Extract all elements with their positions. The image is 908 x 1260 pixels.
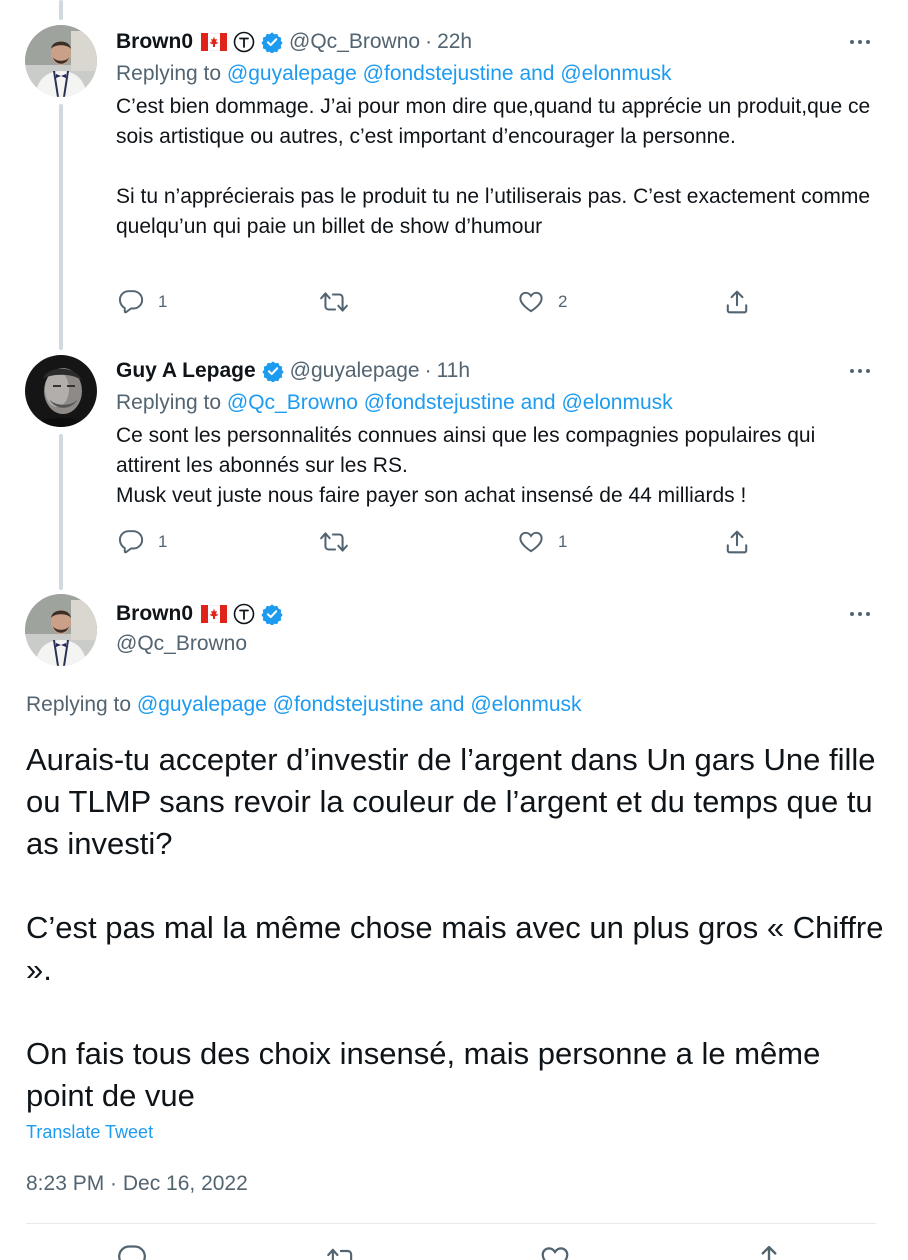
main-tweet-actions (0, 1240, 908, 1260)
verified-badge-icon (262, 360, 284, 382)
reply-button[interactable]: 1 (118, 529, 167, 555)
handle[interactable]: @Qc_Browno (289, 29, 420, 55)
like-button[interactable]: 2 (518, 289, 567, 315)
more-icon[interactable] (842, 361, 878, 381)
circled-t-icon (233, 31, 255, 53)
like-button[interactable]: 1 (518, 529, 567, 555)
thread-line-2 (59, 434, 63, 590)
share-icon (761, 1245, 777, 1260)
share-icon (726, 530, 748, 554)
canada-flag-icon (201, 605, 228, 623)
mention-link[interactable]: @fondstejustine (273, 693, 424, 716)
retweet-button[interactable] (319, 289, 363, 315)
retweet-button[interactable] (319, 529, 363, 555)
tweet-paragraph: Musk veut juste nous faire payer son ach… (116, 484, 747, 507)
tweet-actions: 1 1 (116, 529, 756, 561)
reply-icon (118, 1245, 146, 1260)
translate-tweet-link[interactable]: Translate Tweet (26, 1122, 153, 1143)
tweet-paragraph: C’est pas mal la même chose mais avec un… (26, 910, 884, 987)
handle[interactable]: @Qc_Browno (116, 631, 247, 657)
main-tweet-text: Aurais-tu accepter d’investir de l’argen… (26, 739, 886, 1117)
share-button[interactable] (724, 529, 750, 555)
canada-flag-icon (201, 33, 228, 51)
verified-badge-icon (261, 603, 283, 625)
reply-icon (118, 290, 144, 314)
avatar[interactable] (25, 594, 97, 666)
tweet-thread-page: Brown0 @Qc_Browno · 22h Replying to @guy… (0, 0, 908, 1260)
tweet-paragraph: On fais tous des choix insensé, mais per… (26, 1036, 821, 1113)
reply-icon (118, 530, 144, 554)
reply-button[interactable] (117, 1244, 147, 1260)
tweet-text: Ce sont les personnalités connues ainsi … (116, 421, 876, 511)
retweet-icon (327, 1248, 353, 1260)
tweet-header: Brown0 @Qc_Browno · 22h (116, 29, 472, 55)
tweet-header: Guy A Lepage @guyalepage · 11h (116, 358, 470, 384)
like-icon (519, 291, 543, 313)
like-button[interactable] (540, 1244, 570, 1260)
handle[interactable]: @guyalepage (290, 358, 420, 384)
separator-dot: · (424, 359, 432, 382)
replying-to: Replying to @guyalepage @fondstejustine … (26, 691, 582, 719)
share-button[interactable] (754, 1244, 784, 1260)
share-icon (726, 290, 748, 314)
mention-joiner: and (520, 391, 556, 414)
tweet-header: Brown0 (116, 601, 283, 627)
tweet-paragraph: C’est bien dommage. J’ai pour mon dire q… (116, 95, 871, 148)
tweet-paragraph: Ce sont les personnalités connues ainsi … (116, 424, 816, 477)
reply-button[interactable]: 1 (118, 289, 167, 315)
tweet-paragraph: Si tu n’apprécierais pas le produit tu n… (116, 185, 871, 238)
divider (26, 1223, 876, 1224)
more-icon[interactable] (842, 32, 878, 52)
retweet-icon (320, 532, 348, 552)
verified-badge-icon (261, 31, 283, 53)
like-icon (519, 531, 543, 553)
tweet-actions: 1 2 (116, 289, 756, 321)
replying-prefix: Replying to (116, 391, 222, 414)
replying-to: Replying to @Qc_Browno @fondstejustine a… (116, 389, 673, 417)
mention-link[interactable]: @fondstejustine (363, 62, 514, 85)
mention-link[interactable]: @Qc_Browno (227, 391, 358, 414)
more-icon[interactable] (842, 604, 878, 624)
retweet-icon (320, 292, 348, 312)
mention-link[interactable]: @guyalepage (227, 62, 357, 85)
replying-prefix: Replying to (116, 62, 222, 85)
timestamp[interactable]: 11h (437, 358, 470, 384)
tweet-paragraph: Aurais-tu accepter d’investir de l’argen… (26, 742, 876, 861)
separator-dot: · (425, 30, 433, 53)
reply-count: 1 (158, 292, 168, 311)
display-name[interactable]: Brown0 (116, 601, 193, 627)
avatar[interactable] (25, 25, 97, 97)
mention-link[interactable]: @elonmusk (560, 62, 671, 85)
replying-to: Replying to @guyalepage @fondstejustine … (116, 60, 672, 88)
tweet-text: C’est bien dommage. J’ai pour mon dire q… (116, 92, 876, 242)
like-count: 2 (558, 292, 568, 311)
main-handle-row: @Qc_Browno (116, 631, 247, 657)
thread-line-top (59, 0, 63, 20)
like-icon (541, 1247, 569, 1260)
like-count: 1 (558, 532, 568, 551)
mention-link[interactable]: @elonmusk (561, 391, 672, 414)
display-name[interactable]: Guy A Lepage (116, 358, 256, 384)
mention-link[interactable]: @guyalepage (137, 693, 267, 716)
mention-joiner: and (429, 693, 465, 716)
replying-prefix: Replying to (26, 693, 132, 716)
mention-joiner: and (519, 62, 555, 85)
tweet-timestamp[interactable]: 8:23 PM · Dec 16, 2022 (26, 1172, 248, 1196)
retweet-button[interactable] (326, 1244, 358, 1260)
share-button[interactable] (724, 289, 750, 315)
thread-line-1 (59, 104, 63, 350)
circled-t-icon (233, 603, 255, 625)
display-name[interactable]: Brown0 (116, 29, 193, 55)
avatar[interactable] (25, 355, 97, 427)
reply-count: 1 (158, 532, 168, 551)
timestamp[interactable]: 22h (437, 29, 472, 55)
mention-link[interactable]: @fondstejustine (364, 391, 515, 414)
mention-link[interactable]: @elonmusk (470, 693, 581, 716)
